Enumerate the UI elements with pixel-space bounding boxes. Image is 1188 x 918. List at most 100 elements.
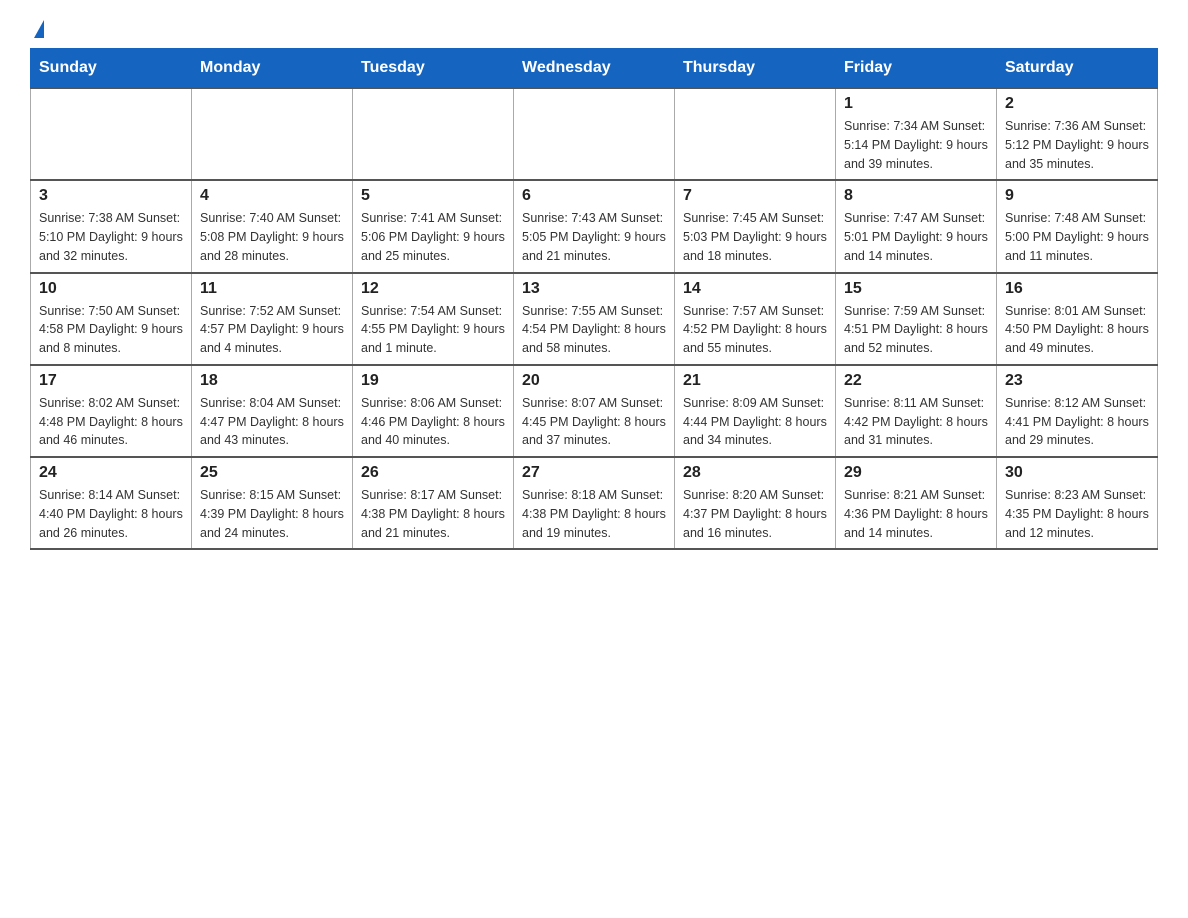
day-info: Sunrise: 7:50 AM Sunset: 4:58 PM Dayligh… bbox=[39, 302, 183, 358]
day-number: 23 bbox=[1005, 372, 1149, 390]
day-info: Sunrise: 8:17 AM Sunset: 4:38 PM Dayligh… bbox=[361, 486, 505, 542]
calendar-cell: 21 Sunrise: 8:09 AM Sunset: 4:44 PM Dayli… bbox=[675, 365, 836, 457]
calendar-cell bbox=[353, 88, 514, 180]
day-number: 9 bbox=[1005, 187, 1149, 205]
day-info: Sunrise: 8:09 AM Sunset: 4:44 PM Dayligh… bbox=[683, 394, 827, 450]
day-info: Sunrise: 7:43 AM Sunset: 5:05 PM Dayligh… bbox=[522, 209, 666, 265]
day-info: Sunrise: 8:15 AM Sunset: 4:39 PM Dayligh… bbox=[200, 486, 344, 542]
day-number: 24 bbox=[39, 464, 183, 482]
calendar-cell: 23 Sunrise: 8:12 AM Sunset: 4:41 PM Dayli… bbox=[997, 365, 1158, 457]
day-number: 28 bbox=[683, 464, 827, 482]
page-header bbox=[30, 20, 1158, 38]
day-number: 3 bbox=[39, 187, 183, 205]
calendar-cell: 25 Sunrise: 8:15 AM Sunset: 4:39 PM Dayli… bbox=[192, 457, 353, 549]
day-info: Sunrise: 7:59 AM Sunset: 4:51 PM Dayligh… bbox=[844, 302, 988, 358]
day-number: 27 bbox=[522, 464, 666, 482]
day-info: Sunrise: 8:14 AM Sunset: 4:40 PM Dayligh… bbox=[39, 486, 183, 542]
calendar-cell: 3 Sunrise: 7:38 AM Sunset: 5:10 PM Daylig… bbox=[31, 180, 192, 272]
calendar-cell: 26 Sunrise: 8:17 AM Sunset: 4:38 PM Dayli… bbox=[353, 457, 514, 549]
day-info: Sunrise: 8:20 AM Sunset: 4:37 PM Dayligh… bbox=[683, 486, 827, 542]
day-number: 25 bbox=[200, 464, 344, 482]
calendar-header-wednesday: Wednesday bbox=[514, 49, 675, 89]
calendar-week-row: 3 Sunrise: 7:38 AM Sunset: 5:10 PM Daylig… bbox=[31, 180, 1158, 272]
day-number: 22 bbox=[844, 372, 988, 390]
day-number: 14 bbox=[683, 280, 827, 298]
calendar-cell: 14 Sunrise: 7:57 AM Sunset: 4:52 PM Dayli… bbox=[675, 273, 836, 365]
calendar-header-sunday: Sunday bbox=[31, 49, 192, 89]
day-info: Sunrise: 7:52 AM Sunset: 4:57 PM Dayligh… bbox=[200, 302, 344, 358]
day-info: Sunrise: 7:40 AM Sunset: 5:08 PM Dayligh… bbox=[200, 209, 344, 265]
day-info: Sunrise: 7:34 AM Sunset: 5:14 PM Dayligh… bbox=[844, 117, 988, 173]
logo-triangle-icon bbox=[34, 20, 44, 38]
calendar-header-row: SundayMondayTuesdayWednesdayThursdayFrid… bbox=[31, 49, 1158, 89]
day-number: 7 bbox=[683, 187, 827, 205]
day-number: 2 bbox=[1005, 95, 1149, 113]
day-number: 13 bbox=[522, 280, 666, 298]
calendar-cell: 11 Sunrise: 7:52 AM Sunset: 4:57 PM Dayli… bbox=[192, 273, 353, 365]
day-info: Sunrise: 7:38 AM Sunset: 5:10 PM Dayligh… bbox=[39, 209, 183, 265]
calendar-week-row: 17 Sunrise: 8:02 AM Sunset: 4:48 PM Dayli… bbox=[31, 365, 1158, 457]
day-number: 10 bbox=[39, 280, 183, 298]
day-info: Sunrise: 8:18 AM Sunset: 4:38 PM Dayligh… bbox=[522, 486, 666, 542]
logo bbox=[30, 20, 44, 38]
calendar-header-tuesday: Tuesday bbox=[353, 49, 514, 89]
day-number: 4 bbox=[200, 187, 344, 205]
day-info: Sunrise: 8:06 AM Sunset: 4:46 PM Dayligh… bbox=[361, 394, 505, 450]
day-info: Sunrise: 7:41 AM Sunset: 5:06 PM Dayligh… bbox=[361, 209, 505, 265]
calendar-cell: 7 Sunrise: 7:45 AM Sunset: 5:03 PM Daylig… bbox=[675, 180, 836, 272]
calendar-cell: 19Sunrise: 8:06 AM Sunset: 4:46 PM Dayli… bbox=[353, 365, 514, 457]
calendar-week-row: 24 Sunrise: 8:14 AM Sunset: 4:40 PM Dayli… bbox=[31, 457, 1158, 549]
day-number: 21 bbox=[683, 372, 827, 390]
day-number: 26 bbox=[361, 464, 505, 482]
day-info: Sunrise: 7:45 AM Sunset: 5:03 PM Dayligh… bbox=[683, 209, 827, 265]
calendar-header-monday: Monday bbox=[192, 49, 353, 89]
day-info: Sunrise: 8:11 AM Sunset: 4:42 PM Dayligh… bbox=[844, 394, 988, 450]
day-info: Sunrise: 8:01 AM Sunset: 4:50 PM Dayligh… bbox=[1005, 302, 1149, 358]
calendar-cell: 29Sunrise: 8:21 AM Sunset: 4:36 PM Dayli… bbox=[836, 457, 997, 549]
calendar-cell: 2 Sunrise: 7:36 AM Sunset: 5:12 PM Daylig… bbox=[997, 88, 1158, 180]
day-number: 18 bbox=[200, 372, 344, 390]
calendar-cell: 24 Sunrise: 8:14 AM Sunset: 4:40 PM Dayli… bbox=[31, 457, 192, 549]
day-number: 16 bbox=[1005, 280, 1149, 298]
calendar-cell: 15 Sunrise: 7:59 AM Sunset: 4:51 PM Dayli… bbox=[836, 273, 997, 365]
calendar-cell bbox=[514, 88, 675, 180]
day-info: Sunrise: 7:55 AM Sunset: 4:54 PM Dayligh… bbox=[522, 302, 666, 358]
calendar-week-row: 1Sunrise: 7:34 AM Sunset: 5:14 PM Daylig… bbox=[31, 88, 1158, 180]
calendar-cell: 17 Sunrise: 8:02 AM Sunset: 4:48 PM Dayli… bbox=[31, 365, 192, 457]
calendar-cell: 18 Sunrise: 8:04 AM Sunset: 4:47 PM Dayli… bbox=[192, 365, 353, 457]
calendar-cell: 20 Sunrise: 8:07 AM Sunset: 4:45 PM Dayli… bbox=[514, 365, 675, 457]
day-info: Sunrise: 7:48 AM Sunset: 5:00 PM Dayligh… bbox=[1005, 209, 1149, 265]
day-info: Sunrise: 8:04 AM Sunset: 4:47 PM Dayligh… bbox=[200, 394, 344, 450]
calendar-cell: 1Sunrise: 7:34 AM Sunset: 5:14 PM Daylig… bbox=[836, 88, 997, 180]
calendar-cell: 9 Sunrise: 7:48 AM Sunset: 5:00 PM Daylig… bbox=[997, 180, 1158, 272]
day-info: Sunrise: 8:12 AM Sunset: 4:41 PM Dayligh… bbox=[1005, 394, 1149, 450]
calendar-cell: 30 Sunrise: 8:23 AM Sunset: 4:35 PM Dayli… bbox=[997, 457, 1158, 549]
day-info: Sunrise: 8:07 AM Sunset: 4:45 PM Dayligh… bbox=[522, 394, 666, 450]
day-info: Sunrise: 8:23 AM Sunset: 4:35 PM Dayligh… bbox=[1005, 486, 1149, 542]
calendar-cell: 13 Sunrise: 7:55 AM Sunset: 4:54 PM Dayli… bbox=[514, 273, 675, 365]
day-number: 11 bbox=[200, 280, 344, 298]
calendar-cell bbox=[675, 88, 836, 180]
day-number: 5 bbox=[361, 187, 505, 205]
calendar-cell bbox=[31, 88, 192, 180]
calendar-header-saturday: Saturday bbox=[997, 49, 1158, 89]
calendar-cell: 27 Sunrise: 8:18 AM Sunset: 4:38 PM Dayli… bbox=[514, 457, 675, 549]
day-number: 29 bbox=[844, 464, 988, 482]
day-number: 30 bbox=[1005, 464, 1149, 482]
calendar-header-thursday: Thursday bbox=[675, 49, 836, 89]
calendar-cell: 6Sunrise: 7:43 AM Sunset: 5:05 PM Daylig… bbox=[514, 180, 675, 272]
day-info: Sunrise: 7:57 AM Sunset: 4:52 PM Dayligh… bbox=[683, 302, 827, 358]
calendar-cell: 16 Sunrise: 8:01 AM Sunset: 4:50 PM Dayli… bbox=[997, 273, 1158, 365]
calendar-table: SundayMondayTuesdayWednesdayThursdayFrid… bbox=[30, 48, 1158, 550]
calendar-cell: 8 Sunrise: 7:47 AM Sunset: 5:01 PM Daylig… bbox=[836, 180, 997, 272]
day-info: Sunrise: 7:36 AM Sunset: 5:12 PM Dayligh… bbox=[1005, 117, 1149, 173]
day-number: 15 bbox=[844, 280, 988, 298]
day-info: Sunrise: 7:54 AM Sunset: 4:55 PM Dayligh… bbox=[361, 302, 505, 358]
day-number: 8 bbox=[844, 187, 988, 205]
calendar-cell: 28 Sunrise: 8:20 AM Sunset: 4:37 PM Dayli… bbox=[675, 457, 836, 549]
day-number: 17 bbox=[39, 372, 183, 390]
calendar-week-row: 10 Sunrise: 7:50 AM Sunset: 4:58 PM Dayli… bbox=[31, 273, 1158, 365]
day-number: 20 bbox=[522, 372, 666, 390]
day-info: Sunrise: 7:47 AM Sunset: 5:01 PM Dayligh… bbox=[844, 209, 988, 265]
day-info: Sunrise: 8:02 AM Sunset: 4:48 PM Dayligh… bbox=[39, 394, 183, 450]
